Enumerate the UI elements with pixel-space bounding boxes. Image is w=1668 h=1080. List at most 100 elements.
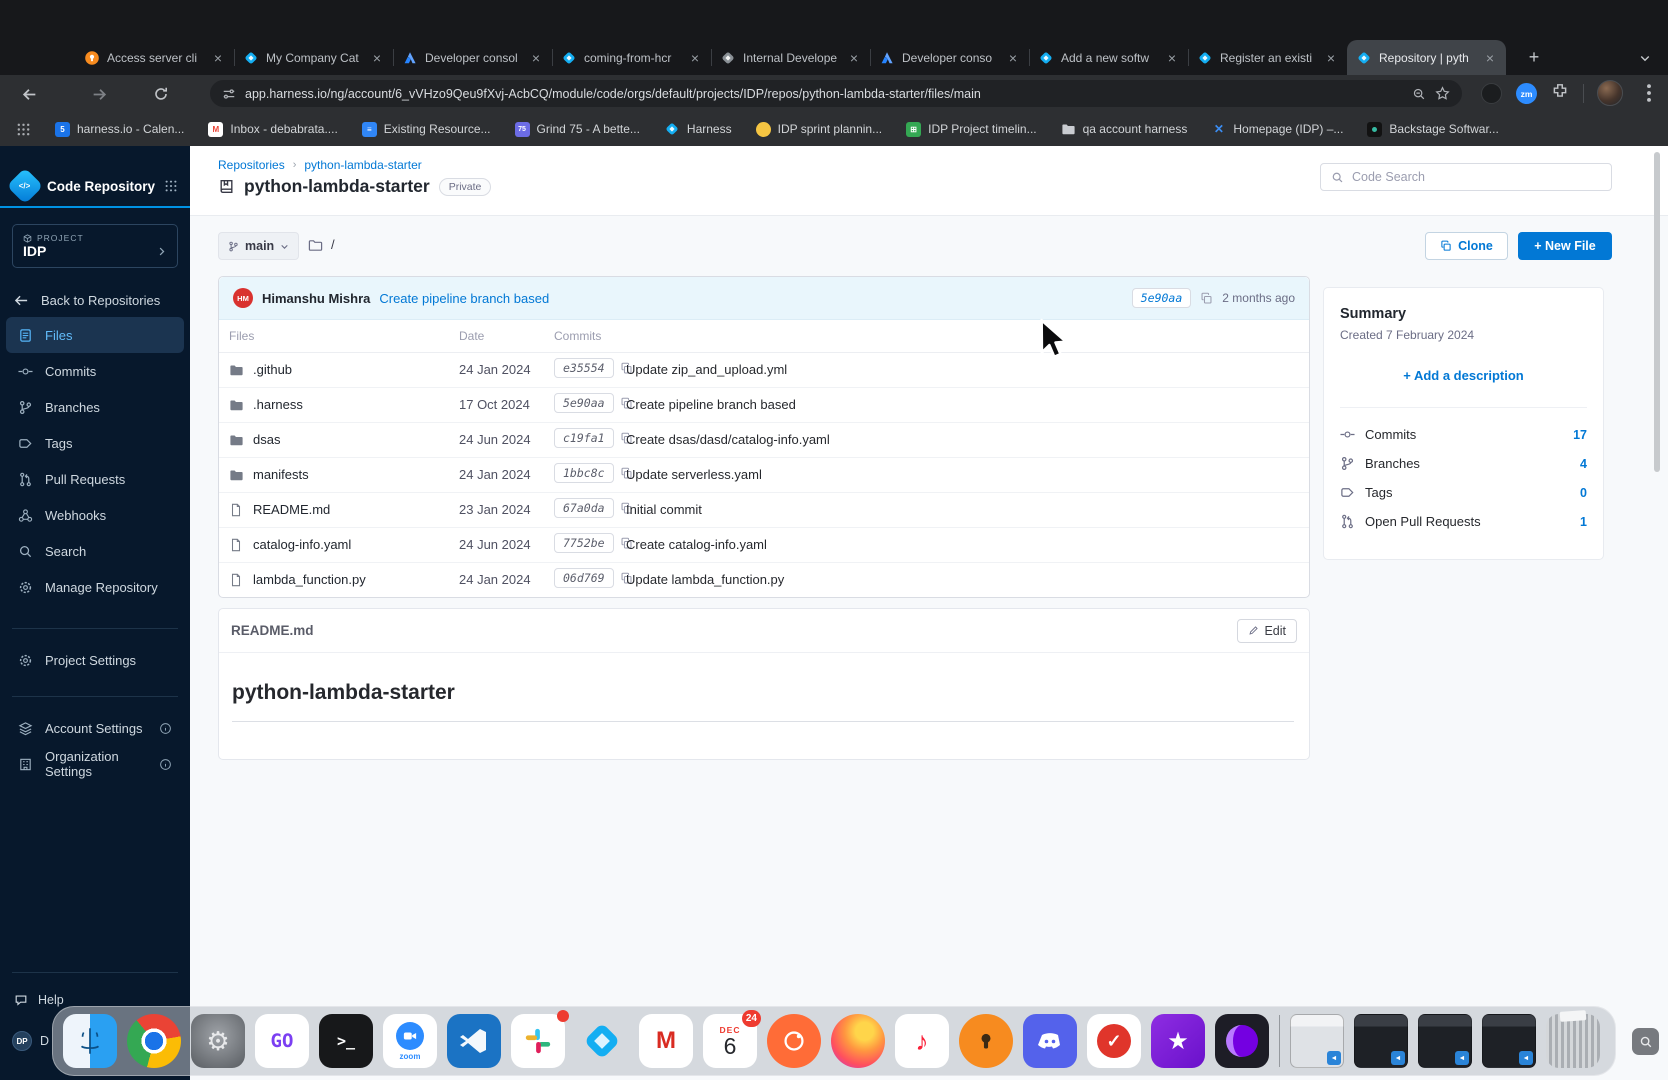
file-name[interactable]: lambda_function.py <box>253 572 366 587</box>
browser-tab-6[interactable]: Developer conso× <box>870 40 1029 75</box>
sidebar-item-search[interactable]: Search <box>6 533 184 569</box>
tab-close-icon[interactable]: × <box>1165 50 1179 66</box>
tab-close-icon[interactable]: × <box>370 50 384 66</box>
apps-grid-icon[interactable] <box>16 122 31 137</box>
extensions-puzzle-icon[interactable] <box>1551 82 1569 100</box>
dock-trash-icon[interactable] <box>1546 1014 1600 1068</box>
tab-close-icon[interactable]: × <box>529 50 543 66</box>
back-button[interactable] <box>16 81 42 107</box>
table-row[interactable]: README.md23 Jan 202467a0daInitial commit <box>219 493 1309 528</box>
dock-music-icon[interactable]: ♪ <box>895 1014 949 1068</box>
file-name[interactable]: manifests <box>253 467 309 482</box>
tab-close-icon[interactable]: × <box>1006 50 1020 66</box>
dock-finder-icon[interactable] <box>63 1014 117 1068</box>
commit-hash[interactable]: 5e90aa <box>554 393 614 413</box>
dock-calendar-icon[interactable]: DEC624 <box>703 1014 757 1068</box>
copy-icon[interactable] <box>1200 292 1213 305</box>
dock-harness-icon[interactable] <box>575 1014 629 1068</box>
commit-message[interactable]: Update serverless.yaml <box>626 467 762 482</box>
dock-insomnia-icon[interactable] <box>1215 1014 1269 1068</box>
bookmark-item-8[interactable]: qa account harness <box>1061 121 1188 137</box>
dock-chrome-icon[interactable] <box>127 1014 181 1068</box>
bookmark-item-1[interactable]: 5harness.io - Calen... <box>55 121 184 137</box>
sidebar-item-tags[interactable]: Tags <box>6 425 184 461</box>
sidebar-item-files[interactable]: Files <box>6 317 184 353</box>
dock-thumb-light-icon[interactable]: ◄ <box>1290 1014 1344 1068</box>
file-name[interactable]: .harness <box>253 397 303 412</box>
summary-stat-open-pull-requests[interactable]: Open Pull Requests1 <box>1340 507 1587 536</box>
tab-search-chevron-icon[interactable] <box>1634 47 1656 69</box>
table-row[interactable]: .harness17 Oct 20245e90aaCreate pipeline… <box>219 388 1309 423</box>
dock-settings-icon[interactable]: ⚙ <box>191 1014 245 1068</box>
dock-discord-icon[interactable] <box>1023 1014 1077 1068</box>
url-text[interactable]: app.harness.io/ng/account/6_vVHzo9Qeu9fX… <box>245 87 1403 101</box>
table-row[interactable]: .github24 Jan 2024e35554Update zip_and_u… <box>219 353 1309 388</box>
sidebar-item-branches[interactable]: Branches <box>6 389 184 425</box>
bookmark-item-6[interactable]: IDP sprint plannin... <box>756 121 883 137</box>
project-selector[interactable]: PROJECT IDP <box>12 224 178 268</box>
commit-message-link[interactable]: Create pipeline branch based <box>379 291 549 306</box>
file-name[interactable]: dsas <box>253 432 280 447</box>
sidebar-item-organization-settings[interactable]: Organization Settings <box>6 746 184 782</box>
dock-check-icon[interactable]: ✓ <box>1087 1014 1141 1068</box>
module-grid-icon[interactable] <box>164 179 178 193</box>
new-file-button[interactable]: + New File <box>1518 232 1612 260</box>
tab-close-icon[interactable]: × <box>847 50 861 66</box>
sidebar-item-webhooks[interactable]: Webhooks <box>6 497 184 533</box>
commit-message[interactable]: Create catalog-info.yaml <box>626 537 767 552</box>
table-row[interactable]: manifests24 Jan 20241bbc8cUpdate serverl… <box>219 458 1309 493</box>
browser-tab-8[interactable]: Register an existi× <box>1188 40 1347 75</box>
summary-stat-commits[interactable]: Commits17 <box>1340 420 1587 449</box>
table-row[interactable]: lambda_function.py24 Jan 202406d769Updat… <box>219 563 1309 598</box>
address-bar[interactable]: app.harness.io/ng/account/6_vVHzo9Qeu9fX… <box>210 80 1462 107</box>
bookmark-item-4[interactable]: 75Grind 75 - A bette... <box>515 121 640 137</box>
forward-button[interactable] <box>86 81 112 107</box>
summary-stat-branches[interactable]: Branches4 <box>1340 449 1587 478</box>
add-description-link[interactable]: + Add a description <box>1340 368 1587 383</box>
tab-close-icon[interactable]: × <box>1324 50 1338 66</box>
profile-avatar[interactable] <box>1597 80 1623 106</box>
corner-overlay-loupe-icon[interactable] <box>1632 1028 1659 1055</box>
dock-terminal-icon[interactable]: >_ <box>319 1014 373 1068</box>
file-name[interactable]: README.md <box>253 502 330 517</box>
bookmark-item-10[interactable]: Backstage Softwar... <box>1367 121 1498 137</box>
dock-zoom-icon[interactable]: zoom <box>383 1014 437 1068</box>
commit-message[interactable]: Initial commit <box>626 502 702 517</box>
commit-hash[interactable]: c19fa1 <box>554 428 614 448</box>
browser-menu-icon[interactable] <box>1641 82 1657 104</box>
table-row[interactable]: dsas24 Jun 2024c19fa1Create dsas/dasd/ca… <box>219 423 1309 458</box>
site-info-icon[interactable] <box>222 87 236 101</box>
commit-hash[interactable]: 5e90aa <box>1132 288 1192 308</box>
sidebar-item-commits[interactable]: Commits <box>6 353 184 389</box>
page-scrollbar[interactable] <box>1654 152 1660 472</box>
commit-hash[interactable]: e35554 <box>554 358 614 378</box>
new-tab-button[interactable]: + <box>1522 46 1546 70</box>
commit-message[interactable]: Create dsas/dasd/catalog-info.yaml <box>626 432 830 447</box>
zoom-extension-icon[interactable]: zm <box>1516 83 1537 104</box>
bookmark-item-7[interactable]: ⊞IDP Project timelin... <box>906 121 1036 137</box>
dock-goland-icon[interactable]: GO <box>255 1014 309 1068</box>
reload-button[interactable] <box>148 81 174 107</box>
info-icon[interactable] <box>159 722 172 735</box>
dock-openvpn-icon[interactable] <box>959 1014 1013 1068</box>
dock-thumb-dark-2-icon[interactable]: ◄ <box>1418 1014 1472 1068</box>
dock-thumb-dark-1-icon[interactable]: ◄ <box>1354 1014 1408 1068</box>
edit-button[interactable]: Edit <box>1237 619 1297 643</box>
dock-slack-icon[interactable] <box>511 1014 565 1068</box>
tab-close-icon[interactable]: × <box>688 50 702 66</box>
browser-tab-3[interactable]: Developer consol× <box>393 40 552 75</box>
commit-message[interactable]: Update lambda_function.py <box>626 572 784 587</box>
sidebar-item-account-settings[interactable]: Account Settings <box>6 710 184 746</box>
dock-star-icon[interactable]: ★ <box>1151 1014 1205 1068</box>
sidebar-item-project-settings[interactable]: Project Settings <box>6 642 184 678</box>
commit-hash[interactable]: 06d769 <box>554 568 614 588</box>
browser-tab-7[interactable]: Add a new softw× <box>1029 40 1188 75</box>
summary-stat-tags[interactable]: Tags0 <box>1340 478 1587 507</box>
zoom-out-icon[interactable] <box>1412 87 1426 101</box>
extension-icon[interactable] <box>1481 83 1502 104</box>
code-search-input[interactable] <box>1352 170 1601 184</box>
code-search-box[interactable] <box>1320 163 1612 191</box>
dock-thumb-dark-3-icon[interactable]: ◄ <box>1482 1014 1536 1068</box>
branch-selector[interactable]: main <box>218 232 299 260</box>
path-text[interactable]: / <box>331 237 335 252</box>
